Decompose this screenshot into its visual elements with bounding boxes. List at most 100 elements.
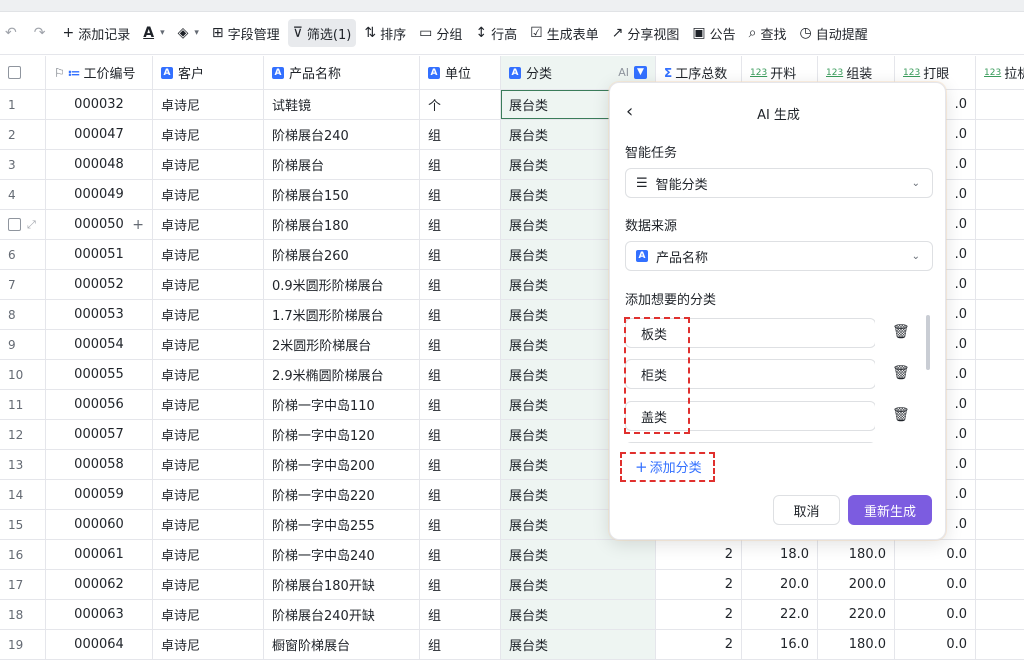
cell-unit[interactable]: 组 (420, 510, 501, 539)
cell-code[interactable]: 000051 (46, 240, 153, 269)
column-header-customer[interactable]: A 客户 (153, 56, 264, 89)
row-index[interactable]: 10 (0, 360, 46, 389)
cell-unit[interactable]: 组 (420, 420, 501, 449)
row-index[interactable]: 4 (0, 180, 46, 209)
cell-pull[interactable] (976, 240, 1024, 269)
cell-category[interactable]: 展台类 (501, 570, 656, 599)
add-record-button[interactable]: + 添加记录 (57, 19, 135, 47)
filter-button[interactable]: ⊽ 筛选(1) (287, 19, 357, 47)
fill-color-button[interactable]: ◈ ▾ (173, 19, 204, 47)
column-header-unit[interactable]: A 单位 (420, 56, 501, 89)
cell-unit[interactable]: 组 (420, 270, 501, 299)
cell-open[interactable]: 22.0 (742, 600, 818, 629)
row-index[interactable]: 2 (0, 120, 46, 149)
row-checkbox[interactable] (8, 218, 21, 231)
column-header-code[interactable]: ⚐ ≔ 工价编号 (46, 56, 153, 89)
cell-customer[interactable]: 卓诗尼 (153, 570, 264, 599)
cell-product[interactable]: 0.9米圆形阶梯展台 (264, 270, 420, 299)
cell-code[interactable]: 000049 (46, 180, 153, 209)
cell-open[interactable]: 18.0 (742, 540, 818, 569)
group-button[interactable]: ▭ 分组 (414, 19, 467, 47)
cell-pull[interactable] (976, 210, 1024, 239)
cell-code[interactable]: 000053 (46, 300, 153, 329)
trash-icon[interactable]: 🗑 (892, 407, 910, 423)
cell-product[interactable]: 阶梯展台240开缺 (264, 600, 420, 629)
ai-badge[interactable]: AI (618, 66, 629, 79)
cell-open[interactable]: 20.0 (742, 570, 818, 599)
row-index[interactable]: 14 (0, 480, 46, 509)
cell-customer[interactable]: 卓诗尼 (153, 420, 264, 449)
cell-pull[interactable] (976, 450, 1024, 479)
cell-code[interactable]: 000063 (46, 600, 153, 629)
regenerate-button[interactable]: 重新生成 (848, 495, 932, 525)
trash-icon[interactable]: 🗑 (892, 365, 910, 381)
cell-code[interactable]: 000064 (46, 630, 153, 659)
cell-code[interactable]: 000060 (46, 510, 153, 539)
cell-unit[interactable]: 组 (420, 630, 501, 659)
select-all-checkbox[interactable] (8, 66, 21, 79)
cell-pull[interactable] (976, 600, 1024, 629)
cell-unit[interactable]: 组 (420, 570, 501, 599)
cell-pull[interactable] (976, 270, 1024, 299)
cell-code[interactable]: 000062 (46, 570, 153, 599)
cell-unit[interactable]: 组 (420, 540, 501, 569)
row-index[interactable]: 11 (0, 390, 46, 419)
cell-code[interactable]: 000055 (46, 360, 153, 389)
task-select[interactable]: ☰ 智能分类 ⌄ (625, 168, 933, 198)
row-index[interactable]: ⤢ (0, 210, 46, 239)
plus-icon[interactable]: + (132, 217, 144, 233)
cell-assemble[interactable]: 180.0 (818, 540, 895, 569)
table-row[interactable]: 16 000061 卓诗尼 阶梯一字中岛240 组 展台类 2 18.0 180.0 0.0 (0, 540, 1024, 570)
cell-pull[interactable] (976, 120, 1024, 149)
cell-pull[interactable] (976, 630, 1024, 659)
cell-code[interactable]: 000050 + (46, 210, 153, 239)
undo-button[interactable]: ↶ (0, 19, 26, 47)
category-input-partial[interactable] (625, 442, 875, 443)
cell-product[interactable]: 阶梯展台180开缺 (264, 570, 420, 599)
cell-eye[interactable]: 0.0 (895, 540, 976, 569)
share-view-button[interactable]: ↗ 分享视图 (607, 19, 685, 47)
text-color-button[interactable]: A ▾ (138, 19, 169, 47)
cell-pull[interactable] (976, 330, 1024, 359)
cell-pull[interactable] (976, 150, 1024, 179)
cell-pull[interactable] (976, 540, 1024, 569)
cell-pull[interactable] (976, 420, 1024, 449)
cell-product[interactable]: 阶梯一字中岛220 (264, 480, 420, 509)
cell-unit[interactable]: 组 (420, 330, 501, 359)
row-index[interactable]: 13 (0, 450, 46, 479)
sort-button[interactable]: ⇅ 排序 (359, 19, 411, 47)
cell-pull[interactable] (976, 360, 1024, 389)
cell-customer[interactable]: 卓诗尼 (153, 390, 264, 419)
cell-code[interactable]: 000058 (46, 450, 153, 479)
cell-customer[interactable]: 卓诗尼 (153, 540, 264, 569)
cell-customer[interactable]: 卓诗尼 (153, 120, 264, 149)
cell-customer[interactable]: 卓诗尼 (153, 360, 264, 389)
cell-steps[interactable]: 2 (656, 630, 742, 659)
cell-product[interactable]: 试鞋镜 (264, 90, 420, 119)
trash-icon[interactable]: 🗑 (892, 324, 910, 340)
cell-customer[interactable]: 卓诗尼 (153, 270, 264, 299)
cell-product[interactable]: 阶梯展台240 (264, 120, 420, 149)
cell-product[interactable]: 阶梯一字中岛255 (264, 510, 420, 539)
cell-pull[interactable] (976, 510, 1024, 539)
row-index[interactable]: 8 (0, 300, 46, 329)
row-index[interactable]: 19 (0, 630, 46, 659)
row-index[interactable]: 15 (0, 510, 46, 539)
cell-product[interactable]: 1.7米圆形阶梯展台 (264, 300, 420, 329)
row-index[interactable]: 17 (0, 570, 46, 599)
cell-pull[interactable] (976, 480, 1024, 509)
table-row[interactable]: 17 000062 卓诗尼 阶梯展台180开缺 组 展台类 2 20.0 200.0 0.0 (0, 570, 1024, 600)
cell-product[interactable]: 阶梯展台180 (264, 210, 420, 239)
select-all-cell[interactable] (0, 56, 46, 89)
cell-code[interactable]: 000052 (46, 270, 153, 299)
cell-product[interactable]: 2.9米椭圆阶梯展台 (264, 360, 420, 389)
cell-unit[interactable]: 组 (420, 180, 501, 209)
redo-button[interactable]: ↷ (29, 19, 55, 47)
source-select[interactable]: A 产品名称 ⌄ (625, 241, 933, 271)
cell-assemble[interactable]: 200.0 (818, 570, 895, 599)
row-index[interactable]: 6 (0, 240, 46, 269)
cell-unit[interactable]: 组 (420, 360, 501, 389)
cell-code[interactable]: 000032 (46, 90, 153, 119)
cell-customer[interactable]: 卓诗尼 (153, 300, 264, 329)
cell-unit[interactable]: 组 (420, 450, 501, 479)
